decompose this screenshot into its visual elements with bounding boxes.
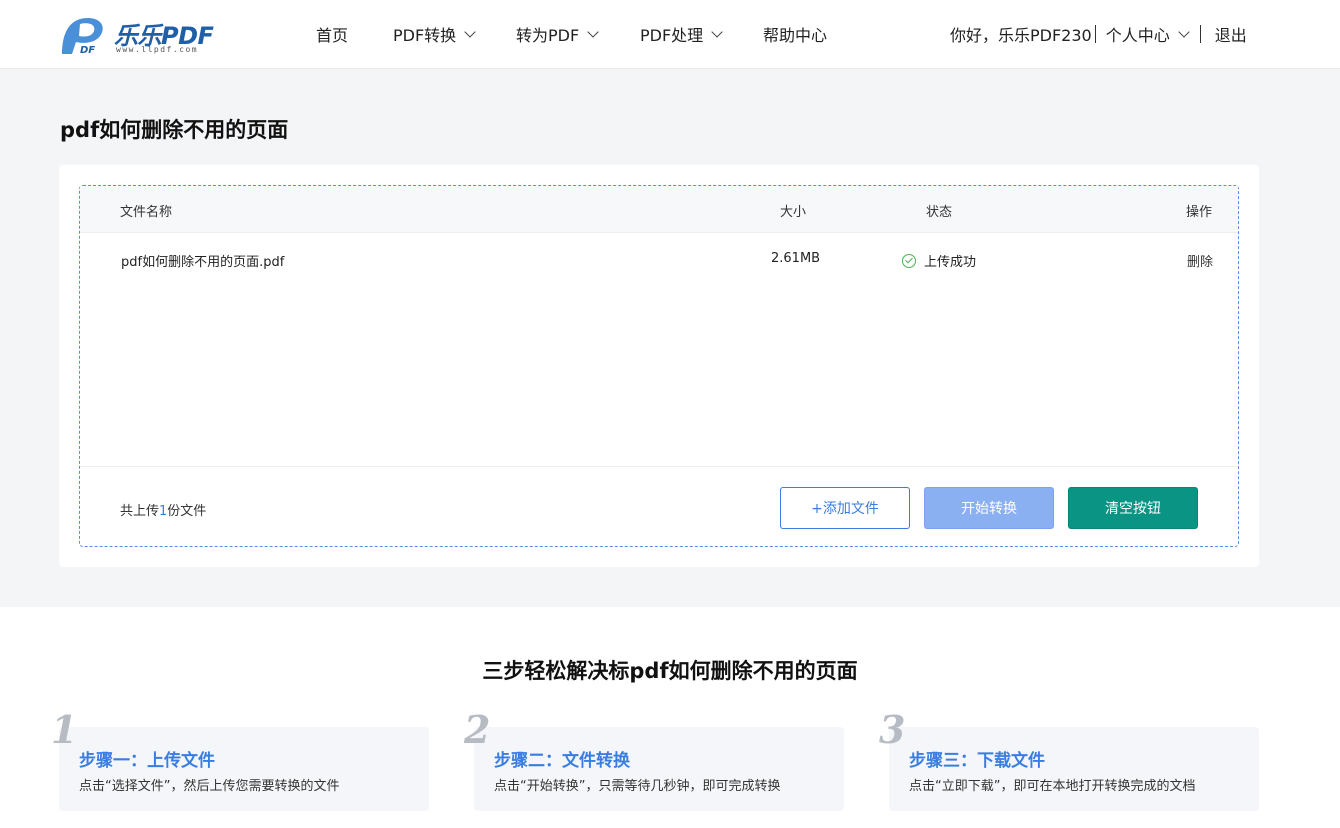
step-description: 点击“开始转换”，只需等待几秒钟，即可完成转换 bbox=[494, 779, 781, 794]
step-title: 步骤二：文件转换 bbox=[494, 751, 630, 771]
step-number: 1 bbox=[51, 707, 78, 752]
divider bbox=[1199, 25, 1201, 43]
column-status: 状态 bbox=[926, 205, 953, 220]
user-greeting: 你好，乐乐PDF230 bbox=[950, 26, 1092, 45]
table-header: 文件名称 大小 状态 操作 bbox=[80, 186, 1238, 233]
file-dropzone[interactable]: 文件名称 大小 状态 操作 pdf如何删除不用的页面.pdf 2.61MB 上传… bbox=[79, 185, 1239, 547]
user-area: 你好，乐乐PDF230 个人中心 退出 bbox=[950, 22, 1247, 46]
nav-pdf-process-label: PDF处理 bbox=[640, 26, 704, 45]
step-card: 3 步骤三：下载文件 点击“立即下载”，即可在本地打开转换完成的文档 bbox=[879, 707, 1259, 811]
upload-footer: 共上传1份文件 +添加文件 开始转换 清空按钮 bbox=[80, 466, 1238, 546]
nav-pdf-process[interactable]: PDF处理 bbox=[640, 22, 723, 46]
table-row: pdf如何删除不用的页面.pdf 2.61MB 上传成功 删除 bbox=[80, 234, 1238, 284]
column-size: 大小 bbox=[780, 205, 807, 220]
start-convert-button[interactable]: 开始转换 bbox=[924, 487, 1054, 529]
divider bbox=[1094, 25, 1096, 43]
column-filename: 文件名称 bbox=[120, 205, 173, 220]
add-file-button[interactable]: +添加文件 bbox=[780, 487, 910, 529]
file-name: pdf如何删除不用的页面.pdf bbox=[121, 255, 285, 270]
page-title: pdf如何删除不用的页面 bbox=[60, 118, 289, 142]
user-center-link[interactable]: 个人中心 bbox=[1106, 22, 1170, 46]
delete-file-button[interactable]: 删除 bbox=[1187, 251, 1213, 270]
chevron-down-icon[interactable] bbox=[1178, 25, 1190, 38]
steps-section: 三步轻松解决标pdf如何删除不用的页面 1 步骤一：上传文件 点击“选择文件”，… bbox=[0, 607, 1340, 828]
step-number: 3 bbox=[879, 707, 906, 752]
step-title: 步骤三：下载文件 bbox=[909, 751, 1045, 771]
nav-to-pdf[interactable]: 转为PDF bbox=[516, 22, 599, 46]
file-status: 上传成功 bbox=[902, 251, 976, 270]
nav-home[interactable]: 首页 bbox=[316, 22, 348, 46]
step-card: 2 步骤二：文件转换 点击“开始转换”，只需等待几秒钟，即可完成转换 bbox=[464, 707, 844, 811]
step-description: 点击“选择文件”，然后上传您需要转换的文件 bbox=[79, 779, 340, 794]
nav-pdf-convert[interactable]: PDF转换 bbox=[393, 22, 476, 46]
upload-count-prefix: 共上传 bbox=[120, 504, 160, 519]
column-action: 操作 bbox=[1186, 205, 1213, 220]
upload-panel: 文件名称 大小 状态 操作 pdf如何删除不用的页面.pdf 2.61MB 上传… bbox=[59, 165, 1259, 567]
pdf-logo-icon: DF bbox=[62, 18, 103, 56]
upload-count-suffix: 份文件 bbox=[167, 504, 207, 519]
chevron-down-icon bbox=[464, 25, 476, 38]
logo-url: www.llpdf.com bbox=[116, 45, 199, 54]
chevron-down-icon bbox=[587, 25, 599, 38]
site-logo[interactable]: DF 乐乐PDF www.llpdf.com bbox=[58, 14, 218, 56]
chevron-down-icon bbox=[711, 25, 723, 38]
svg-text:DF: DF bbox=[80, 45, 95, 56]
nav-pdf-convert-label: PDF转换 bbox=[393, 26, 457, 45]
step-card: 1 步骤一：上传文件 点击“选择文件”，然后上传您需要转换的文件 bbox=[51, 707, 429, 811]
file-size: 2.61MB bbox=[771, 251, 821, 266]
step-description: 点击“立即下载”，即可在本地打开转换完成的文档 bbox=[909, 779, 1196, 794]
top-header: DF 乐乐PDF www.llpdf.com 首页 PDF转换 转为PDF PD… bbox=[0, 0, 1340, 69]
check-circle-icon bbox=[902, 253, 916, 268]
nav-help-center-label: 帮助中心 bbox=[763, 26, 828, 45]
upload-count: 共上传1份文件 bbox=[120, 500, 206, 519]
nav-help-center[interactable]: 帮助中心 bbox=[763, 22, 827, 46]
steps-title: 三步轻松解决标pdf如何删除不用的页面 bbox=[482, 659, 858, 683]
nav-to-pdf-label: 转为PDF bbox=[516, 26, 580, 45]
logout-link[interactable]: 退出 bbox=[1215, 22, 1247, 46]
file-status-label: 上传成功 bbox=[924, 255, 977, 270]
clear-button[interactable]: 清空按钮 bbox=[1068, 487, 1198, 529]
nav-home-label: 首页 bbox=[316, 26, 349, 45]
step-title: 步骤一：上传文件 bbox=[79, 751, 215, 771]
step-number: 2 bbox=[464, 707, 491, 752]
